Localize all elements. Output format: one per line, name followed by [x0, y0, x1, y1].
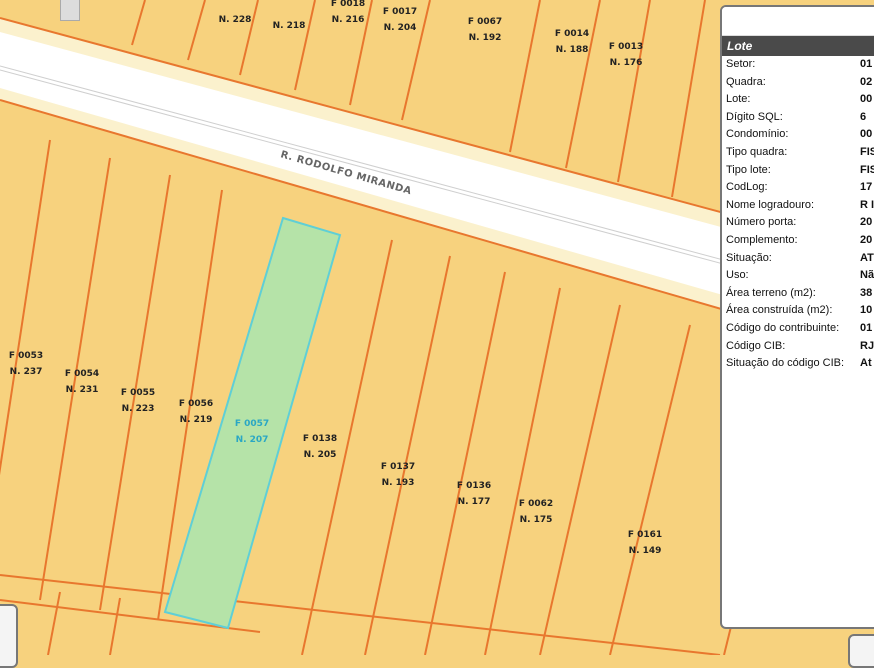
parcel-number-label: N. 188 — [556, 45, 589, 55]
attribute-value: At — [860, 357, 872, 370]
attribute-label: Situação: — [726, 251, 772, 264]
parcel-number-label: N. 207 — [236, 435, 269, 445]
parcel-id-label: F 0062 — [519, 499, 553, 509]
parcel-number-label: N. 216 — [332, 15, 365, 25]
attribute-value: 20 — [860, 216, 873, 229]
panel-row: Código do contribuinte: 01 — [722, 320, 874, 338]
attribute-label: Lote: — [726, 93, 751, 106]
attribute-label: Área terreno (m2): — [726, 286, 816, 299]
attribute-value: AT — [860, 251, 874, 264]
attribute-value: 00 — [860, 128, 873, 141]
attribute-value: FIS — [860, 163, 874, 176]
parcel-number-label: N. 204 — [384, 23, 417, 33]
panel-row: Complemento: 20 — [722, 232, 874, 250]
attribute-label: Tipo quadra: — [726, 145, 788, 158]
parcel-number-label: N. 223 — [122, 404, 155, 414]
parcel-id-label: F 0053 — [9, 351, 43, 361]
panel-attribute-list: Setor: 01 Quadra: 02 Lote: 00 Dígito SQL: 6 Cond… — [722, 56, 874, 373]
parcel-number-label: N. 175 — [520, 515, 553, 525]
parcel-id-label: F 0054 — [65, 369, 99, 379]
attribute-value: Nã — [860, 269, 874, 282]
attribute-label: Código do contribuinte: — [726, 321, 840, 334]
attribute-label: Condomínio: — [726, 128, 789, 141]
attribute-label: Tipo lote: — [726, 163, 771, 176]
parcel-number-label: N. 177 — [458, 497, 491, 507]
attribute-value: FIS — [860, 145, 874, 158]
attribute-value: 17 — [860, 181, 873, 194]
parcel-number-label: N. 218 — [273, 21, 306, 31]
panel-row: Código CIB: RJ — [722, 338, 874, 356]
attribute-label: Situação do código CIB: — [726, 357, 845, 370]
panel-row: Área terreno (m2): 38 — [722, 285, 874, 303]
lot-info-panel: Lote Setor: 01 Quadra: 02 Lote: 00 Dígito SQL:… — [720, 5, 874, 629]
parcel-id-label: F 0014 — [555, 29, 589, 39]
panel-row: Tipo lote: FIS — [722, 162, 874, 180]
panel-row: Situação do código CIB: At — [722, 355, 874, 373]
parcel-number-label: N. 149 — [629, 546, 662, 556]
attribute-value: 01 — [860, 58, 873, 70]
attribute-label: Uso: — [726, 269, 749, 282]
attribute-label: Setor: — [726, 58, 756, 70]
attribute-value: 02 — [860, 75, 873, 88]
panel-row: Quadra: 02 — [722, 74, 874, 92]
parcel-number-label: N. 192 — [469, 33, 502, 43]
panel-row: Nome logradouro: R I — [722, 197, 874, 215]
parcel-id-label: F 0017 — [383, 7, 417, 17]
parcel-id-label: F 0057 — [235, 419, 269, 429]
attribute-label: CodLog: — [726, 181, 768, 194]
attribute-value: RJ — [860, 339, 874, 352]
attribute-value: 01 — [860, 321, 873, 334]
attribute-label: Número porta: — [726, 216, 797, 229]
parcel-id-label: F 0013 — [609, 42, 643, 52]
panel-row: Lote: 00 — [722, 91, 874, 109]
parcel-id-label: F 0018 — [331, 0, 365, 9]
parcel-number-label: N. 228 — [219, 15, 252, 25]
panel-row: Dígito SQL: 6 — [722, 109, 874, 127]
panel-row: Área construída (m2): 10 — [722, 302, 874, 320]
panel-row: Tipo quadra: FIS — [722, 144, 874, 162]
panel-row: Setor: 01 — [722, 56, 874, 74]
parcel-id-label: F 0138 — [303, 434, 337, 444]
attribute-label: Nome logradouro: — [726, 198, 815, 211]
parcel-number-label: N. 231 — [66, 385, 99, 395]
map-control-button-right[interactable] — [848, 634, 874, 668]
attribute-value: 00 — [860, 93, 873, 106]
panel-row: Condomínio: 00 — [722, 126, 874, 144]
parcel-id-label: F 0067 — [468, 17, 502, 27]
attribute-label: Área construída (m2): — [726, 304, 833, 317]
parcel-number-label: N. 219 — [180, 415, 213, 425]
parcel-number-label: N. 205 — [304, 450, 337, 460]
attribute-label: Complemento: — [726, 233, 798, 246]
panel-header — [722, 7, 874, 36]
attribute-value: 10 — [860, 304, 873, 317]
attribute-value: 6 — [860, 110, 867, 123]
attribute-value: R I — [860, 198, 874, 211]
attribute-label: Código CIB: — [726, 339, 786, 352]
attribute-label: Dígito SQL: — [726, 110, 783, 123]
panel-title: Lote — [722, 36, 874, 56]
panel-row: CodLog: 17 — [722, 179, 874, 197]
panel-row: Número porta: 20 — [722, 214, 874, 232]
parcel-id-label: F 0161 — [628, 530, 662, 540]
parcel-id-label: F 0055 — [121, 388, 155, 398]
parcel-id-label: F 0056 — [179, 399, 213, 409]
parcel-number-label: N. 176 — [610, 58, 643, 68]
attribute-value: 38 — [860, 286, 873, 299]
panel-row: Uso: Nã — [722, 267, 874, 285]
parcel-number-label: N. 193 — [382, 478, 415, 488]
map-control-button-left[interactable] — [0, 604, 18, 668]
panel-row: Situação: AT — [722, 250, 874, 268]
map-pin-marker — [60, 0, 80, 21]
attribute-value: 20 — [860, 233, 873, 246]
parcel-number-label: N. 237 — [10, 367, 43, 377]
parcel-id-label: F 0136 — [457, 481, 491, 491]
attribute-label: Quadra: — [726, 75, 766, 88]
parcel-id-label: F 0137 — [381, 462, 415, 472]
